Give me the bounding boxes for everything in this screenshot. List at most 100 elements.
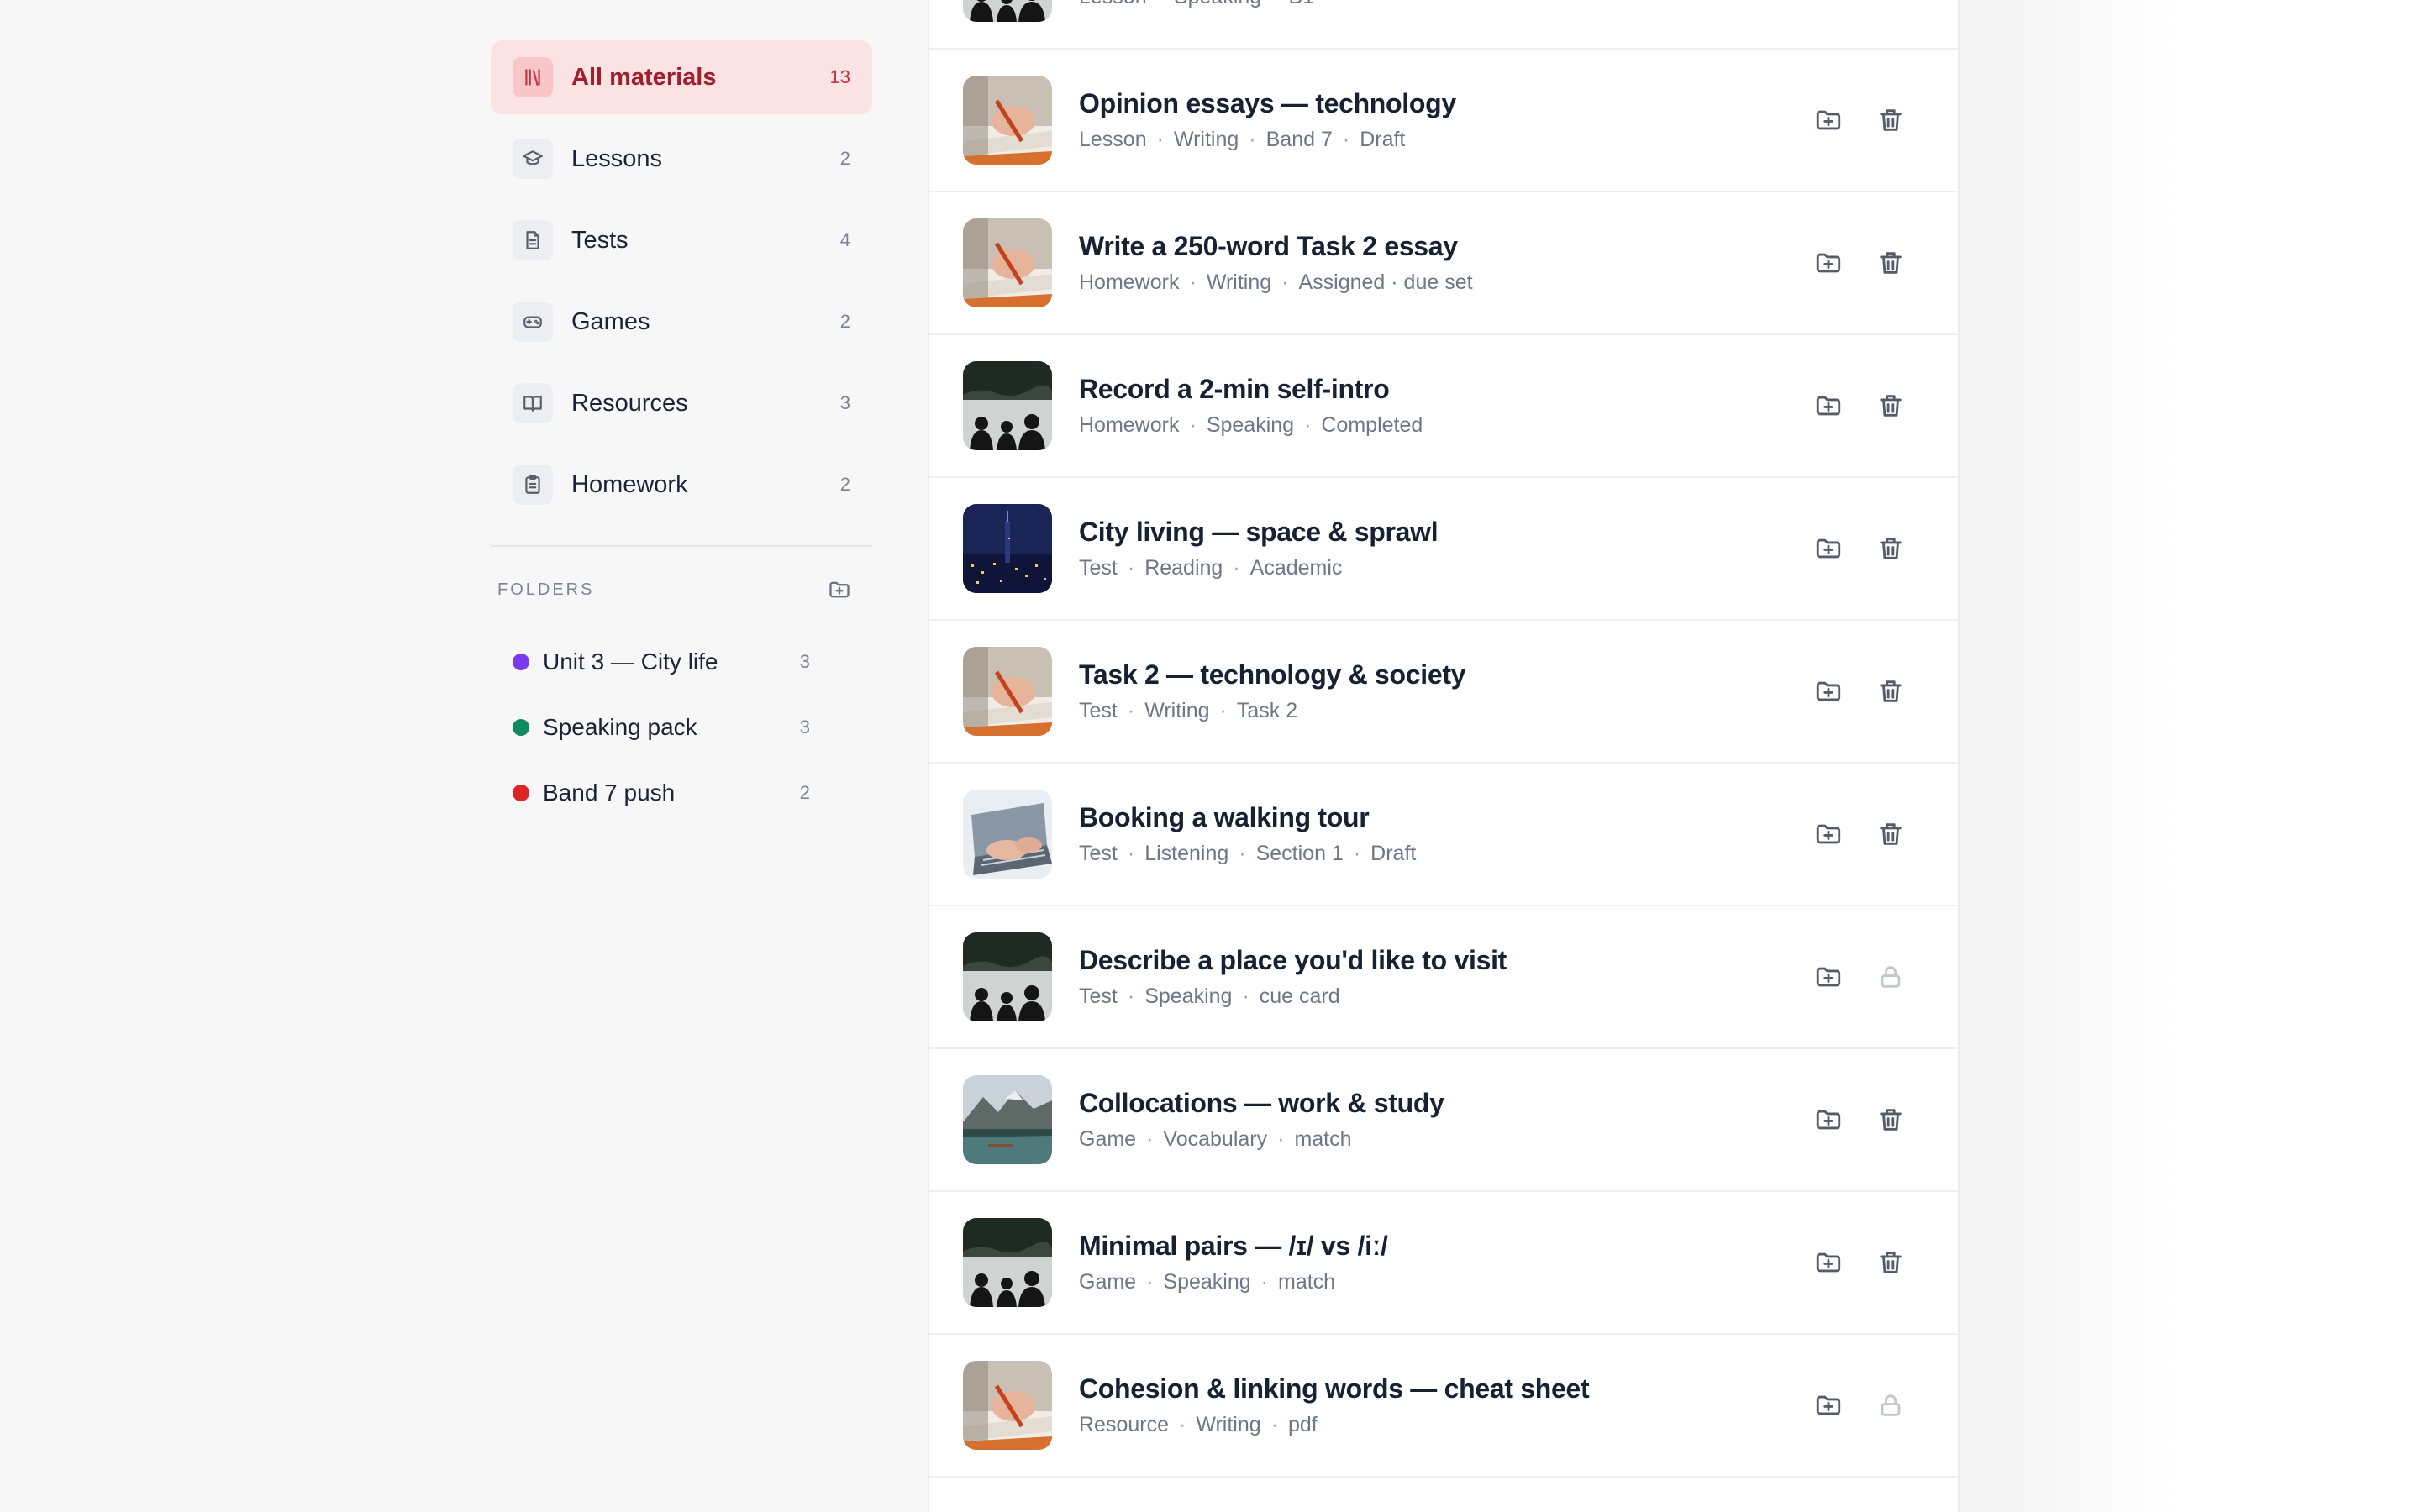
book-icon — [513, 383, 553, 423]
folder-item[interactable]: Unit 3 — City life 3 — [491, 629, 832, 695]
meta-tag: Band 7 — [1265, 128, 1333, 151]
meta-tag: Game — [1079, 1127, 1137, 1151]
material-actions — [1813, 105, 1906, 135]
material-thumbnail — [963, 76, 1052, 165]
folder-color-dot — [513, 785, 529, 801]
folder-item[interactable]: Speaking pack 3 — [491, 695, 832, 760]
trash-icon[interactable] — [1876, 105, 1906, 135]
material-row[interactable]: Small talk & making plansLesson·Speaking… — [929, 0, 1958, 50]
meta-separator: · — [1189, 413, 1197, 437]
material-row[interactable]: Booking a walking tour Test · Listening · Sec… — [929, 764, 1958, 906]
new-folder-icon[interactable] — [825, 575, 854, 604]
add-to-folder-icon[interactable] — [1813, 533, 1844, 564]
meta-tag: Speaking — [1174, 0, 1261, 8]
trash-icon[interactable] — [1876, 248, 1906, 278]
sidebar-item-tests[interactable]: Tests 4 — [491, 203, 872, 277]
material-row[interactable]: Record a 2-min self-intro Homework · Speaki… — [929, 335, 1958, 478]
material-actions — [1813, 1247, 1906, 1278]
add-to-folder-icon[interactable] — [1813, 248, 1844, 278]
sidebar-divider — [491, 545, 872, 547]
meta-separator: · — [1304, 413, 1312, 437]
material-text: Opinion essays — technology Lesson · Writin… — [1079, 88, 1813, 152]
material-text: Write a 250-word Task 2 essay Homework · Wr… — [1079, 231, 1813, 295]
material-actions — [1813, 676, 1906, 706]
meta-tag: Speaking — [1206, 413, 1295, 437]
material-text: Booking a walking tour Test · Listening · Sec… — [1079, 802, 1813, 866]
meta-tag: Draft — [1370, 842, 1417, 865]
material-title: Task 2 — technology & society — [1079, 659, 1466, 690]
material-thumbnail — [963, 790, 1052, 879]
material-row[interactable]: Cohesion & linking words — cheat sheet Re… — [929, 1335, 1958, 1478]
meta-separator: · — [1146, 1127, 1154, 1151]
meta-tag: Speaking — [1144, 984, 1233, 1008]
sidebar-item-games[interactable]: Games 2 — [491, 285, 872, 359]
trash-icon[interactable] — [1876, 533, 1906, 564]
trash-icon[interactable] — [1876, 1247, 1906, 1278]
meta-tag: Homework — [1079, 413, 1180, 437]
meta-tag: Writing — [1144, 699, 1210, 722]
trash-icon[interactable] — [1876, 819, 1906, 849]
folder-color-dot — [513, 719, 529, 736]
trash-icon[interactable] — [1876, 676, 1906, 706]
add-to-folder-icon[interactable] — [1813, 1390, 1844, 1420]
sidebar-item-resources[interactable]: Resources 3 — [491, 366, 872, 440]
material-title: Booking a walking tour — [1079, 802, 1370, 832]
material-row[interactable]: Write a 250-word Task 2 essay Homework · Wr… — [929, 192, 1958, 335]
folders-header: FOLDERS — [491, 575, 872, 604]
material-thumbnail — [963, 218, 1052, 307]
material-title: Record a 2-min self-intro — [1079, 374, 1390, 404]
meta-tag: B1 — [1289, 0, 1315, 8]
add-to-folder-icon[interactable] — [1813, 962, 1844, 992]
add-to-folder-icon[interactable] — [1813, 391, 1844, 421]
sidebar-item-label: Resources — [571, 389, 688, 417]
sidebar-item-count: 3 — [839, 392, 850, 413]
material-text: Collocations — work & study Game · Vocabula… — [1079, 1088, 1813, 1152]
trash-icon[interactable] — [1876, 391, 1906, 421]
sidebar-item-lessons[interactable]: Lessons 2 — [491, 122, 872, 196]
material-row[interactable]: Collocations — work & study Game · Vocabula… — [929, 1049, 1958, 1192]
meta-tag: Section 1 — [1255, 842, 1344, 865]
add-to-folder-icon[interactable] — [1813, 105, 1844, 135]
sidebar-item-label: Games — [571, 307, 650, 335]
sidebar-item-all-materials[interactable]: All materials 13 — [491, 40, 872, 114]
meta-tag: Writing — [1206, 270, 1272, 294]
material-thumbnail — [963, 361, 1052, 450]
meta-tag: Test — [1079, 556, 1118, 580]
material-row[interactable]: Task 2 — technology & society Test · Writin… — [929, 621, 1958, 764]
folder-item[interactable]: Band 7 push 2 — [491, 760, 832, 826]
sidebar-item-count: 4 — [839, 229, 850, 250]
add-to-folder-icon[interactable] — [1813, 819, 1844, 849]
material-row[interactable]: Describe a place you'd like to visit Test… — [929, 906, 1958, 1049]
meta-separator: · — [1179, 1413, 1186, 1436]
add-to-folder-icon[interactable] — [1813, 676, 1844, 706]
meta-separator: · — [1156, 128, 1164, 151]
material-meta: Test · Writing · Task 2 — [1079, 699, 1813, 723]
sidebar: All materials 13 Lessons 2 Tests 4 Games 2 Resou… — [491, 40, 872, 826]
sidebar-item-homework[interactable]: Homework 2 — [491, 448, 872, 522]
sidebar-item-count: 2 — [839, 148, 850, 169]
material-thumbnail — [963, 647, 1052, 736]
material-actions — [1813, 391, 1906, 421]
add-to-folder-icon[interactable] — [1813, 1105, 1844, 1135]
material-meta: Game · Vocabulary · match — [1079, 1127, 1813, 1152]
meta-tag: pdf — [1288, 1413, 1318, 1436]
meta-tag: Assigned · due set — [1298, 270, 1473, 294]
material-row[interactable]: Opinion essays — technology Lesson · Writin… — [929, 50, 1958, 192]
sidebar-item-label: Lessons — [571, 144, 663, 172]
material-meta: Homework · Writing · Assigned · due set — [1079, 270, 1813, 295]
meta-tag: Game — [1079, 1270, 1137, 1294]
material-title: Opinion essays — technology — [1079, 88, 1456, 118]
material-actions — [1813, 533, 1906, 564]
material-row[interactable]: Minimal pairs — /ɪ/ vs /iː/Game · Speaking… — [929, 1192, 1958, 1335]
meta-tag: Writing — [1196, 1413, 1261, 1436]
meta-tag: Test — [1079, 984, 1118, 1008]
material-actions — [1813, 962, 1906, 992]
meta-tag: Academic — [1249, 556, 1343, 580]
folder-label: Speaking pack — [543, 714, 697, 740]
material-meta: Lesson · Writing · Band 7 · Draft — [1079, 128, 1813, 152]
add-to-folder-icon[interactable] — [1813, 1247, 1844, 1278]
sidebar-item-count: 2 — [839, 311, 850, 332]
trash-icon[interactable] — [1876, 1105, 1906, 1135]
material-row[interactable]: City living — space & sprawl Test · Reading… — [929, 478, 1958, 621]
material-text: Cohesion & linking words — cheat sheet Re… — [1079, 1373, 1813, 1437]
